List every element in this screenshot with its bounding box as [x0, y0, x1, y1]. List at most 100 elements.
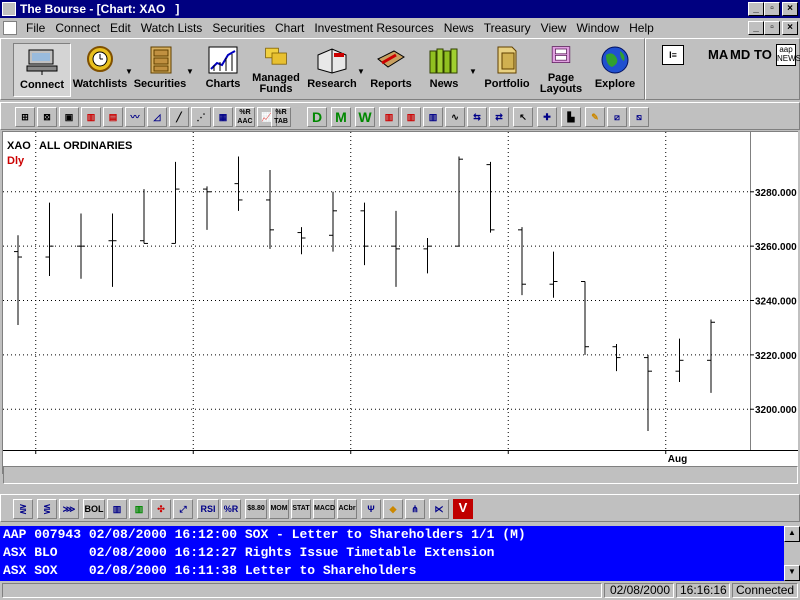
chart-tool-zoom-icon[interactable]: ⊠	[37, 107, 57, 127]
indicator-stat-button[interactable]: STAT	[291, 499, 311, 519]
indicator-9-icon[interactable]: ◆	[383, 499, 403, 519]
menu-connect[interactable]: Connect	[50, 21, 105, 35]
reports-button[interactable]: Reports	[363, 43, 419, 97]
indicator-1-icon[interactable]: ⋛	[13, 499, 33, 519]
ma-button[interactable]: MA	[708, 47, 728, 62]
menu-treasury[interactable]: Treasury	[479, 21, 536, 35]
chart-tool-area-icon[interactable]: ◿	[147, 107, 167, 127]
indicator-3-icon[interactable]: ⋙	[59, 499, 79, 519]
research-button[interactable]: Research	[304, 43, 360, 97]
menu-news[interactable]: News	[439, 21, 479, 35]
chart-tool-wave-icon[interactable]: ∿	[445, 107, 465, 127]
news-button[interactable]: News	[419, 43, 469, 97]
chart-tool-compare-icon[interactable]: ⧅	[629, 107, 649, 127]
chart-tool-box-icon[interactable]: ▣	[59, 107, 79, 127]
page-layouts-button[interactable]: Page Layouts	[535, 43, 587, 97]
chart-tool-bar-red2-icon[interactable]: ▥	[401, 107, 421, 127]
md-button[interactable]: MD	[730, 47, 750, 62]
chart-tool-grid-icon[interactable]: ⊞	[15, 107, 35, 127]
chart-tool-aac-icon[interactable]: %R AAC	[235, 107, 255, 127]
menu-view[interactable]: View	[536, 21, 572, 35]
chart-horizontal-scrollbar[interactable]	[3, 466, 798, 484]
chart-tool-level-icon[interactable]: ▙	[561, 107, 581, 127]
indicator-5-icon[interactable]: ▥	[129, 499, 149, 519]
chart-tool-fan-icon[interactable]: ⋰	[191, 107, 211, 127]
period-monthly-button[interactable]: M	[331, 107, 351, 127]
indicator-4-icon[interactable]: ▥	[107, 499, 127, 519]
news-dropdown-icon[interactable]: ▼	[469, 67, 477, 76]
connect-button[interactable]: Connect	[13, 43, 71, 97]
minimize-button[interactable]: _	[748, 2, 764, 16]
menu-securities[interactable]: Securities	[207, 21, 270, 35]
document-icon[interactable]	[3, 21, 17, 35]
news-vertical-scrollbar[interactable]: ▲ ▼	[784, 526, 800, 581]
scroll-down-button[interactable]: ▼	[784, 565, 800, 581]
indicator-6-icon[interactable]: ✣	[151, 499, 171, 519]
price-chart[interactable]: XAO ALL ORDINARIES Dly	[3, 132, 750, 450]
period-weekly-button[interactable]: W	[355, 107, 375, 127]
chart-tool-overlay-icon[interactable]: ⧄	[607, 107, 627, 127]
indicator-bol-button[interactable]: BOL	[83, 499, 105, 519]
indicator-2-icon[interactable]: ⋚	[37, 499, 57, 519]
watchlists-button[interactable]: Watchlists	[71, 43, 129, 97]
layout-icon	[551, 46, 571, 63]
child-minimize-button[interactable]: _	[748, 21, 764, 35]
menu-chart[interactable]: Chart	[270, 21, 309, 35]
ohlc-bar	[171, 161, 180, 244]
managed-funds-button[interactable]: Managed Funds	[248, 43, 304, 97]
chart-tool-bars-icon[interactable]: ▥	[81, 107, 101, 127]
child-close-button[interactable]: ×	[782, 21, 798, 35]
menu-file[interactable]: File	[21, 21, 50, 35]
chart-tool-table-icon[interactable]: ▦	[213, 107, 233, 127]
chart-tool-tab-icon[interactable]: %R TAB	[271, 107, 291, 127]
indicator-8-icon[interactable]: Ψ	[361, 499, 381, 519]
ohlc-bar	[45, 202, 54, 277]
menu-investment-resources[interactable]: Investment Resources	[309, 21, 438, 35]
close-button[interactable]: ×	[782, 2, 798, 16]
news-item[interactable]: ASX SOX 02/08/2000 16:11:38 Letter to Sh…	[0, 562, 784, 580]
chart-tool-line-icon[interactable]: 〰	[125, 107, 145, 127]
menu-help[interactable]: Help	[624, 21, 659, 35]
chart-tool-pointer-icon[interactable]: ↖	[513, 107, 533, 127]
charts-button[interactable]: Charts	[196, 43, 250, 97]
indicator-10-icon[interactable]: ⋔	[405, 499, 425, 519]
chart-tool-arrows-icon[interactable]: ⇆	[467, 107, 487, 127]
chart-tool-draw-icon[interactable]: ✎	[585, 107, 605, 127]
explore-button[interactable]: Explore	[589, 43, 641, 97]
indicator-price-button[interactable]: $8.80	[245, 499, 267, 519]
aap-news-button[interactable]: aap NEWS	[776, 44, 800, 66]
ohlc-bar	[297, 227, 306, 255]
chart-tool-bar-blue-icon[interactable]: ▥	[423, 107, 443, 127]
chart-tool-bar-red-icon[interactable]: ▥	[379, 107, 399, 127]
chart-tool-arrows2-icon[interactable]: ⇄	[489, 107, 509, 127]
terminal-icon[interactable]: I≡	[662, 45, 684, 65]
securities-dropdown-icon[interactable]: ▼	[186, 67, 194, 76]
menu-edit[interactable]: Edit	[105, 21, 136, 35]
scroll-up-button[interactable]: ▲	[784, 526, 800, 542]
indicator-11-icon[interactable]: ⋉	[429, 499, 449, 519]
news-item[interactable]: ASX BLO 02/08/2000 16:12:27 Rights Issue…	[0, 544, 784, 562]
indicator-mom-button[interactable]: MOM	[269, 499, 289, 519]
restore-button[interactable]: ▫	[764, 2, 780, 16]
indicator-r-button[interactable]: %R	[221, 499, 241, 519]
to-button[interactable]: TO	[754, 47, 772, 62]
book-icon	[317, 48, 347, 74]
chart-tool-trend-icon[interactable]: ╱	[169, 107, 189, 127]
chart-tool-crosshair-icon[interactable]: ✚	[537, 107, 557, 127]
indicator-acbr-button[interactable]: ACbr	[337, 499, 357, 519]
cabinet-icon	[150, 46, 172, 74]
menu-bar: File Connect Edit Watch Lists Securities…	[0, 18, 800, 38]
securities-button[interactable]: Securities	[131, 43, 189, 97]
child-restore-button[interactable]: ▫	[764, 21, 780, 35]
menu-window[interactable]: Window	[571, 21, 624, 35]
indicator-v-button[interactable]: V	[453, 499, 473, 519]
portfolio-button[interactable]: Portfolio	[479, 43, 535, 97]
news-ticker[interactable]: AAP 007943 02/08/2000 16:12:00 SOX - Let…	[0, 526, 784, 581]
chart-tool-candle-icon[interactable]: ▤	[103, 107, 123, 127]
period-daily-button[interactable]: D	[307, 107, 327, 127]
menu-watch-lists[interactable]: Watch Lists	[136, 21, 208, 35]
indicator-rsi-button[interactable]: RSI	[197, 499, 219, 519]
news-item[interactable]: AAP 007943 02/08/2000 16:12:00 SOX - Let…	[0, 526, 784, 544]
indicator-macd-button[interactable]: MACD	[313, 499, 335, 519]
indicator-7-icon[interactable]: ⤢	[173, 499, 193, 519]
